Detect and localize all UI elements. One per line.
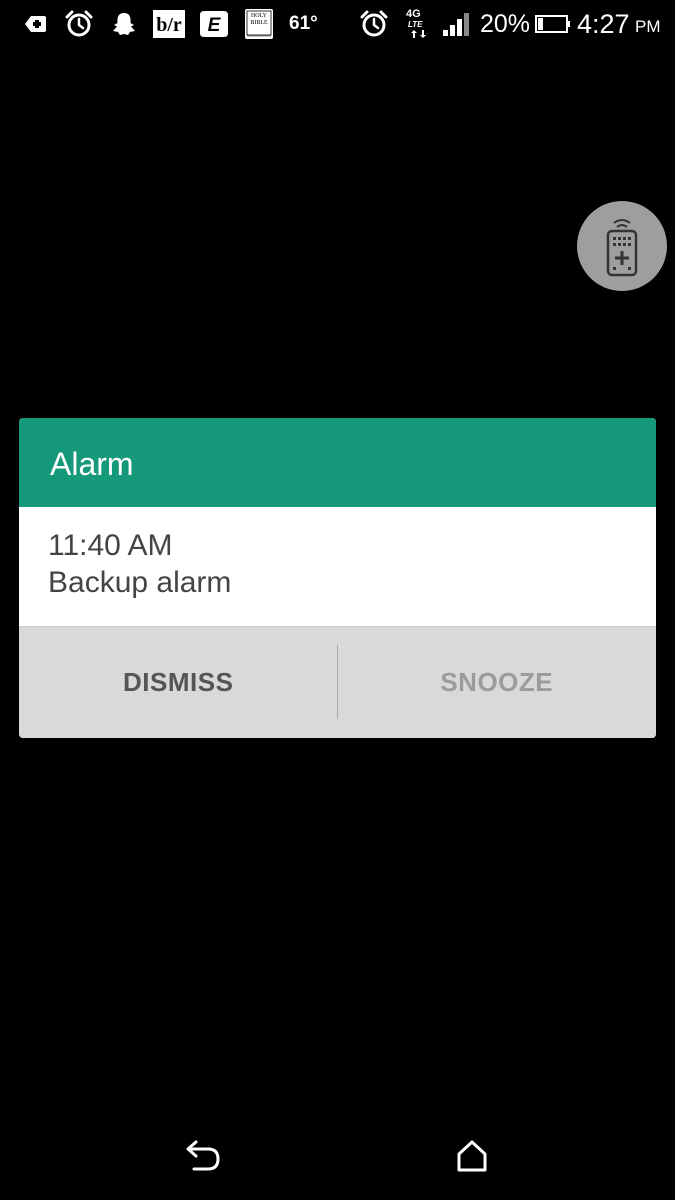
add-box-icon bbox=[20, 8, 48, 40]
dialog-title: Alarm bbox=[50, 446, 134, 482]
bleacher-report-label: b/r bbox=[156, 14, 182, 36]
signal-strength-icon bbox=[441, 8, 473, 40]
dialog-actions: DISMISS SNOOZE bbox=[19, 627, 656, 738]
snooze-button[interactable]: SNOOZE bbox=[338, 627, 657, 738]
remote-control-bubble[interactable] bbox=[577, 201, 667, 291]
alarm-clock-icon bbox=[64, 8, 94, 40]
alarm-time: 11:40 AM bbox=[48, 529, 173, 562]
alarm-label: Backup alarm bbox=[48, 566, 232, 599]
action-divider bbox=[337, 645, 338, 719]
battery-percent: 20% bbox=[480, 10, 531, 38]
tv-remote-icon bbox=[606, 219, 638, 277]
dialog-header: Alarm bbox=[19, 418, 656, 507]
network-type-indicator: 4G LTE bbox=[406, 8, 432, 38]
status-bar: b/r E HOLY BIBLE 61° 4G LTE 20% 4:27 PM bbox=[0, 0, 675, 48]
clock-time: 4:27 bbox=[577, 9, 630, 39]
bleacher-report-icon: b/r bbox=[152, 8, 186, 40]
data-arrows-icon bbox=[411, 30, 426, 38]
espn-icon: E bbox=[198, 8, 230, 40]
alarm-dialog: Alarm 11:40 AM Backup alarm DISMISS SNOO… bbox=[19, 418, 656, 738]
espn-label: E bbox=[208, 15, 222, 36]
alarm-clock-icon bbox=[359, 8, 389, 40]
clock-ampm: PM bbox=[635, 17, 661, 36]
back-button[interactable] bbox=[182, 1136, 224, 1176]
temperature: 61° bbox=[289, 13, 318, 34]
dismiss-button[interactable]: DISMISS bbox=[19, 627, 338, 738]
network-lte-label: LTE bbox=[408, 20, 423, 29]
snapchat-ghost-icon bbox=[109, 8, 139, 40]
network-4g-label: 4G bbox=[406, 8, 421, 20]
home-button[interactable] bbox=[451, 1136, 493, 1176]
alarm-screen: b/r E HOLY BIBLE 61° 4G LTE 20% 4:27 PM … bbox=[0, 0, 675, 1200]
bible-label: HOLY BIBLE bbox=[250, 13, 268, 26]
home-icon bbox=[457, 1140, 487, 1172]
back-icon bbox=[186, 1140, 220, 1171]
dialog-body: 11:40 AM Backup alarm bbox=[19, 507, 656, 627]
battery-icon bbox=[535, 8, 571, 40]
